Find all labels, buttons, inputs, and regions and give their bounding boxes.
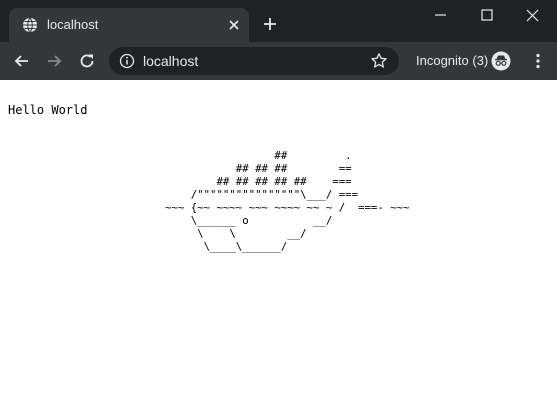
- hello-text: Hello World: [8, 103, 88, 117]
- browser-tab[interactable]: localhost: [9, 8, 249, 42]
- minimize-icon[interactable]: [418, 0, 463, 32]
- maximize-icon[interactable]: [464, 0, 509, 32]
- window-close-icon[interactable]: [510, 0, 555, 32]
- arrow-right-icon[interactable]: [44, 51, 64, 71]
- reload-icon[interactable]: [77, 51, 97, 71]
- ascii-art: ## . ## ## ## == ## ## ## ## ## === /"""…: [165, 149, 410, 253]
- globe-icon: [23, 17, 37, 33]
- url-text[interactable]: localhost: [143, 53, 198, 69]
- arrow-left-icon[interactable]: [12, 51, 32, 71]
- kebab-menu-icon[interactable]: [528, 51, 548, 71]
- page-viewport: Hello World ## . ## ## ## == ## ## ## ##…: [0, 80, 557, 412]
- title-bar: localhost: [0, 0, 557, 42]
- plus-icon[interactable]: [262, 16, 278, 32]
- info-icon[interactable]: [119, 53, 135, 69]
- tab-title: localhost: [47, 17, 99, 32]
- close-icon[interactable]: [227, 18, 241, 32]
- browser-toolbar: localhost Incognito (3): [0, 42, 557, 80]
- incognito-label[interactable]: Incognito (3): [416, 53, 488, 69]
- star-icon[interactable]: [370, 52, 388, 70]
- incognito-icon[interactable]: [491, 51, 511, 71]
- address-bar[interactable]: localhost: [109, 47, 399, 75]
